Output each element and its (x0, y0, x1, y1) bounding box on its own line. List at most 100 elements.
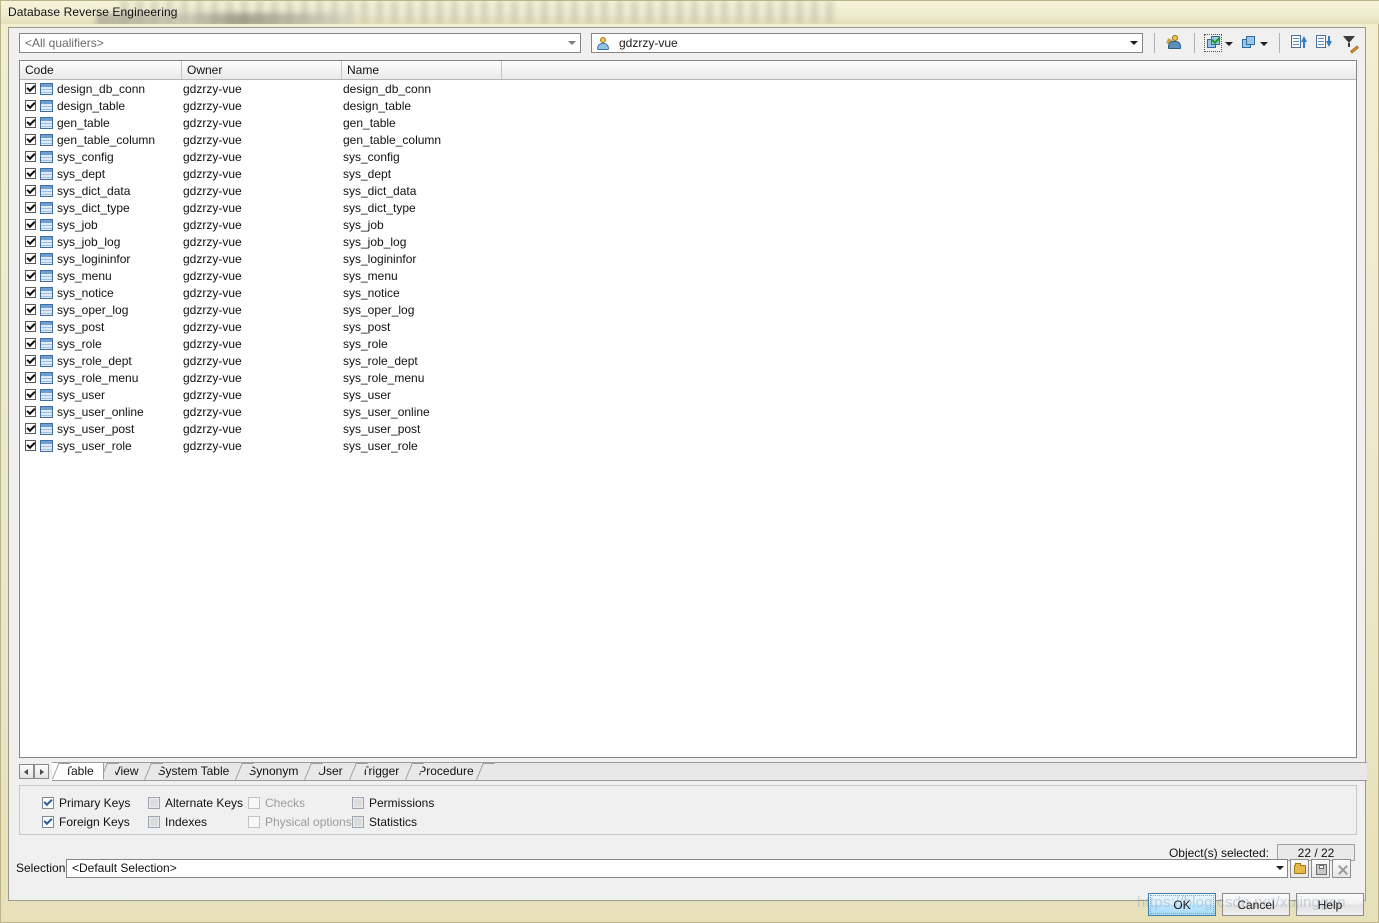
help-button[interactable]: Help (1296, 893, 1364, 916)
row-checkbox[interactable] (25, 338, 36, 349)
chevron-down-icon[interactable] (564, 34, 580, 52)
row-code-cell[interactable]: sys_menu (20, 269, 182, 283)
table-row[interactable]: sys_dept gdzrzy-vue sys_dept (20, 165, 1356, 182)
row-checkbox[interactable] (25, 253, 36, 264)
column-header-owner[interactable]: Owner (182, 61, 342, 79)
row-checkbox[interactable] (25, 321, 36, 332)
row-code-cell[interactable]: sys_dict_data (20, 184, 182, 198)
row-checkbox[interactable] (25, 83, 36, 94)
tab-scroll-right-button[interactable] (34, 764, 49, 779)
row-code-cell[interactable]: sys_job_log (20, 235, 182, 249)
qualifier-dropdown[interactable]: <All qualifiers> (19, 33, 581, 53)
checkbox-icon[interactable] (148, 797, 160, 809)
table-row[interactable]: sys_user gdzrzy-vue sys_user (20, 386, 1356, 403)
row-checkbox[interactable] (25, 151, 36, 162)
row-checkbox[interactable] (25, 440, 36, 451)
owner-dropdown[interactable]: gdzrzy-vue (591, 33, 1143, 53)
select-all-button[interactable] (1203, 32, 1235, 54)
row-code-cell[interactable]: sys_user_role (20, 439, 182, 453)
tab-procedure[interactable]: Procedure (405, 762, 484, 780)
option-indexes[interactable]: Indexes (148, 815, 207, 829)
table-row[interactable]: design_table gdzrzy-vue design_table (20, 97, 1356, 114)
row-code-cell[interactable]: design_table (20, 99, 182, 113)
table-row[interactable]: sys_user_online gdzrzy-vue sys_user_online (20, 403, 1356, 420)
row-checkbox[interactable] (25, 355, 36, 366)
row-code-cell[interactable]: sys_job (20, 218, 182, 232)
open-selection-button[interactable] (1290, 858, 1309, 878)
sort-descending-button[interactable] (1313, 32, 1335, 54)
option-primary-keys[interactable]: Primary Keys (42, 796, 130, 810)
row-checkbox[interactable] (25, 219, 36, 230)
tab-user[interactable]: User (304, 762, 353, 780)
table-row[interactable]: sys_logininfor gdzrzy-vue sys_logininfor (20, 250, 1356, 267)
chevron-down-icon[interactable] (1272, 866, 1287, 870)
deselect-all-button[interactable] (1238, 32, 1270, 54)
sort-ascending-button[interactable] (1288, 32, 1310, 54)
table-row[interactable]: sys_config gdzrzy-vue sys_config (20, 148, 1356, 165)
checkbox-icon[interactable] (148, 816, 160, 828)
option-permissions[interactable]: Permissions (352, 796, 434, 810)
row-checkbox[interactable] (25, 287, 36, 298)
checkbox-icon[interactable] (42, 797, 54, 809)
column-header-name[interactable]: Name (342, 61, 502, 79)
row-checkbox[interactable] (25, 100, 36, 111)
option-alternate-keys[interactable]: Alternate Keys (148, 796, 243, 810)
row-checkbox[interactable] (25, 372, 36, 383)
table-row[interactable]: sys_role_menu gdzrzy-vue sys_role_menu (20, 369, 1356, 386)
save-selection-button[interactable] (1311, 858, 1330, 878)
table-row[interactable]: gen_table_column gdzrzy-vue gen_table_colu… (20, 131, 1356, 148)
row-checkbox[interactable] (25, 236, 36, 247)
row-checkbox[interactable] (25, 406, 36, 417)
table-row[interactable]: sys_dict_type gdzrzy-vue sys_dict_type (20, 199, 1356, 216)
cancel-button[interactable]: Cancel (1222, 893, 1290, 916)
row-code-cell[interactable]: design_db_conn (20, 82, 182, 96)
row-checkbox[interactable] (25, 304, 36, 315)
row-code-cell[interactable]: sys_role_dept (20, 354, 182, 368)
table-row[interactable]: sys_dict_data gdzrzy-vue sys_dict_data (20, 182, 1356, 199)
tab-trigger[interactable]: Trigger (348, 762, 410, 780)
row-code-cell[interactable]: sys_role (20, 337, 182, 351)
table-row[interactable]: sys_user_role gdzrzy-vue sys_user_role (20, 437, 1356, 454)
table-row[interactable]: sys_oper_log gdzrzy-vue sys_oper_log (20, 301, 1356, 318)
row-checkbox[interactable] (25, 423, 36, 434)
option-foreign-keys[interactable]: Foreign Keys (42, 815, 130, 829)
tab-synonym[interactable]: Synonym (235, 762, 309, 780)
user-filter-button[interactable] (1163, 32, 1185, 54)
row-checkbox[interactable] (25, 168, 36, 179)
row-code-cell[interactable]: sys_post (20, 320, 182, 334)
row-code-cell[interactable]: sys_user_online (20, 405, 182, 419)
row-code-cell[interactable]: gen_table_column (20, 133, 182, 147)
table-row[interactable]: gen_table gdzrzy-vue gen_table (20, 114, 1356, 131)
ok-button[interactable]: OK (1148, 893, 1216, 916)
checkbox-icon[interactable] (352, 816, 364, 828)
row-code-cell[interactable]: sys_dict_type (20, 201, 182, 215)
row-code-cell[interactable]: sys_config (20, 150, 182, 164)
checkbox-icon[interactable] (352, 797, 364, 809)
table-row[interactable]: design_db_conn gdzrzy-vue design_db_conn (20, 80, 1356, 97)
filter-edit-button[interactable] (1339, 32, 1361, 54)
row-code-cell[interactable]: sys_role_menu (20, 371, 182, 385)
row-checkbox[interactable] (25, 117, 36, 128)
delete-selection-button[interactable] (1332, 858, 1351, 878)
chevron-down-icon[interactable] (1126, 34, 1142, 52)
selection-dropdown[interactable]: <Default Selection> (66, 858, 1288, 878)
table-row[interactable]: sys_post gdzrzy-vue sys_post (20, 318, 1356, 335)
row-checkbox[interactable] (25, 202, 36, 213)
row-code-cell[interactable]: sys_dept (20, 167, 182, 181)
checkbox-icon[interactable] (42, 816, 54, 828)
row-checkbox[interactable] (25, 134, 36, 145)
table-row[interactable]: sys_user_post gdzrzy-vue sys_user_post (20, 420, 1356, 437)
table-row[interactable]: sys_role gdzrzy-vue sys_role (20, 335, 1356, 352)
row-code-cell[interactable]: sys_user (20, 388, 182, 402)
tab-view[interactable]: View (99, 762, 149, 780)
table-row[interactable]: sys_menu gdzrzy-vue sys_menu (20, 267, 1356, 284)
column-header-code[interactable]: Code (20, 61, 182, 79)
row-checkbox[interactable] (25, 389, 36, 400)
tab-table[interactable]: Table (52, 762, 104, 780)
chevron-down-icon[interactable] (1260, 42, 1269, 46)
row-checkbox[interactable] (25, 185, 36, 196)
tab-system-table[interactable]: System Table (144, 762, 240, 780)
object-list[interactable]: Code Owner Name design_db_conn gdzrzy-vue… (19, 60, 1357, 758)
tab-scroll-left-button[interactable] (19, 764, 34, 779)
table-row[interactable]: sys_notice gdzrzy-vue sys_notice (20, 284, 1356, 301)
